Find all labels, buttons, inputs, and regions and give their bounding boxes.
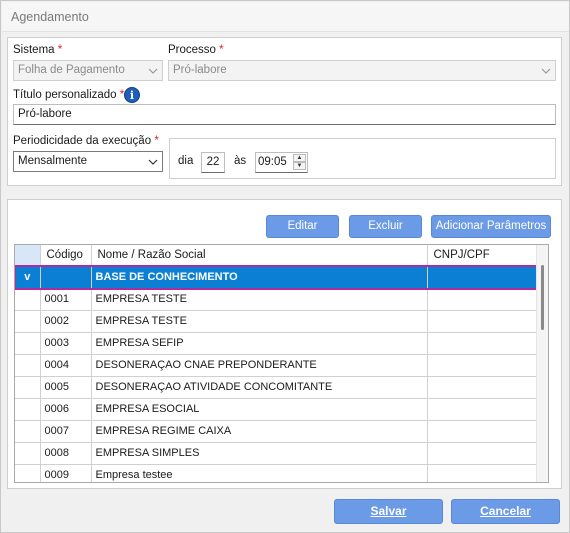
schedule-form-group: Sistema * Folha de Pagamento Processo * … [7, 37, 562, 186]
titulo-input[interactable]: Pró-labore [13, 104, 556, 125]
chevron-down-icon [148, 68, 158, 74]
cell-codigo: 0009 [40, 464, 92, 482]
dia-input[interactable]: 22 [201, 152, 225, 173]
table-row[interactable]: 0001 EMPRESA TESTE [15, 288, 538, 311]
cell-codigo [40, 266, 92, 289]
cell-codigo: 0002 [40, 310, 92, 333]
table-row[interactable]: 0009 Empresa testee [15, 464, 538, 482]
processo-label: Processo * [168, 44, 224, 56]
row-marker[interactable]: v [15, 266, 41, 289]
cancelar-button[interactable]: Cancelar [451, 499, 560, 524]
row-marker[interactable] [15, 376, 41, 399]
cell-codigo: 0008 [40, 442, 92, 465]
cell-nome: EMPRESA ESOCIAL [91, 398, 428, 421]
chevron-down-icon [541, 68, 551, 74]
vertical-scrollbar[interactable] [536, 245, 548, 482]
sistema-value: Folha de Pagamento [18, 64, 125, 76]
cell-codigo: 0003 [40, 332, 92, 355]
salvar-button[interactable]: Salvar [334, 499, 443, 524]
cell-cnpj [427, 288, 538, 311]
dia-value: 22 [206, 156, 220, 168]
adicionar-parametros-button[interactable]: Adicionar Parâmetros [431, 215, 551, 238]
title-bar: Agendamento [2, 2, 569, 32]
chevron-down-icon [148, 159, 158, 165]
cell-nome: EMPRESA TESTE [91, 288, 428, 311]
row-marker[interactable] [15, 310, 41, 333]
cell-codigo: 0006 [40, 398, 92, 421]
titulo-value: Pró-labore [18, 108, 72, 120]
schedule-time-panel: dia 22 às 09:05 ▲ ▼ [169, 138, 556, 179]
cell-cnpj [427, 442, 538, 465]
table-row[interactable]: 0002 EMPRESA TESTE [15, 310, 538, 333]
cell-nome: EMPRESA SIMPLES [91, 442, 428, 465]
table-row[interactable]: v BASE DE CONHECIMENTO [15, 266, 538, 289]
col-header-codigo[interactable]: Código [40, 245, 92, 267]
processo-select[interactable]: Pró-labore [168, 60, 556, 81]
agendamento-window: Agendamento Sistema * Folha de Pagamento… [0, 0, 570, 533]
cell-cnpj [427, 420, 538, 443]
table-row[interactable]: 0007 EMPRESA REGIME CAIXA [15, 420, 538, 443]
cell-cnpj [427, 398, 538, 421]
row-marker[interactable] [15, 288, 41, 311]
window-title: Agendamento [11, 10, 89, 24]
table-row[interactable]: 0006 EMPRESA ESOCIAL [15, 398, 538, 421]
cell-nome: DESONERAÇAO ATIVIDADE CONCOMITANTE [91, 376, 428, 399]
processo-value: Pró-labore [173, 64, 227, 76]
table-row[interactable]: 0004 DESONERAÇAO CNAE PREPONDERANTE [15, 354, 538, 377]
cell-nome: EMPRESA TESTE [91, 310, 428, 333]
cell-cnpj [427, 332, 538, 355]
table-header-row: Código Nome / Razão Social CNPJ/CPF [15, 245, 538, 267]
spin-down-icon[interactable]: ▼ [293, 162, 306, 170]
companies-grid[interactable]: Código Nome / Razão Social CNPJ/CPF v BA… [14, 244, 549, 483]
cell-cnpj [427, 266, 538, 289]
spin-up-icon[interactable]: ▲ [293, 154, 306, 162]
titulo-label: Título personalizado * [13, 89, 125, 101]
hora-input[interactable]: 09:05 ▲ ▼ [255, 152, 308, 173]
periodicidade-value: Mensalmente [18, 155, 88, 167]
sistema-select[interactable]: Folha de Pagamento [13, 60, 163, 81]
row-marker[interactable] [15, 464, 41, 482]
periodicidade-select[interactable]: Mensalmente [13, 151, 163, 172]
cell-codigo: 0001 [40, 288, 92, 311]
row-marker[interactable] [15, 354, 41, 377]
cell-codigo: 0005 [40, 376, 92, 399]
table-row[interactable]: 0005 DESONERAÇAO ATIVIDADE CONCOMITANTE [15, 376, 538, 399]
row-marker[interactable] [15, 332, 41, 355]
sistema-label: Sistema * [13, 44, 63, 56]
table-row[interactable]: 0003 EMPRESA SEFIP [15, 332, 538, 355]
cell-nome: EMPRESA REGIME CAIXA [91, 420, 428, 443]
cell-codigo: 0007 [40, 420, 92, 443]
periodicidade-label: Periodicidade da execução * [13, 135, 159, 147]
col-header-nome[interactable]: Nome / Razão Social [91, 245, 428, 267]
hora-spinner[interactable]: ▲ ▼ [293, 154, 306, 171]
cell-nome: EMPRESA SEFIP [91, 332, 428, 355]
cell-nome: BASE DE CONHECIMENTO [91, 266, 428, 289]
table-row[interactable]: 0008 EMPRESA SIMPLES [15, 442, 538, 465]
cell-nome: DESONERAÇAO CNAE PREPONDERANTE [91, 354, 428, 377]
info-icon[interactable]: i [124, 87, 140, 103]
dia-label: dia [178, 155, 194, 167]
excluir-button[interactable]: Excluir [349, 215, 422, 238]
cell-nome: Empresa testee [91, 464, 428, 482]
row-marker[interactable] [15, 420, 41, 443]
companies-table: Código Nome / Razão Social CNPJ/CPF v BA… [15, 245, 538, 482]
cell-cnpj [427, 376, 538, 399]
cell-cnpj [427, 310, 538, 333]
cell-codigo: 0004 [40, 354, 92, 377]
scrollbar-thumb[interactable] [541, 265, 544, 330]
editar-button[interactable]: Editar [266, 215, 339, 238]
cell-cnpj [427, 354, 538, 377]
row-marker[interactable] [15, 398, 41, 421]
row-marker[interactable] [15, 442, 41, 465]
as-label: às [234, 155, 247, 167]
col-header-cnpj[interactable]: CNPJ/CPF [427, 245, 538, 267]
cell-cnpj [427, 464, 538, 482]
row-selector-header[interactable] [15, 245, 41, 267]
